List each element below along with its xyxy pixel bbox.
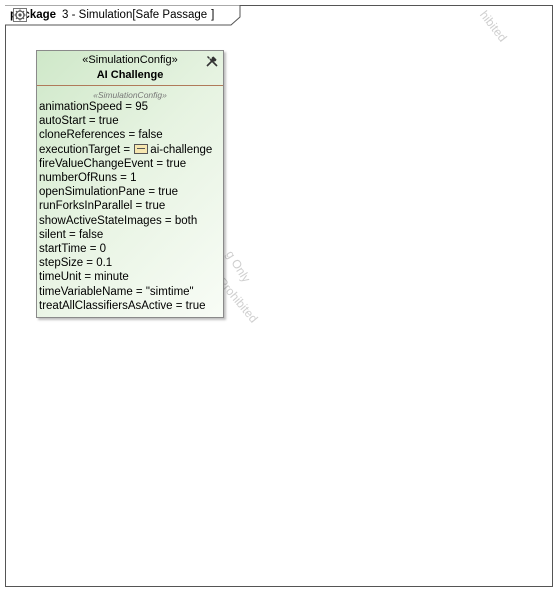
instance-spec-icon — [134, 143, 149, 154]
slot-item[interactable]: openSimulationPane = true — [39, 185, 223, 199]
instance-header: «SimulationConfig» AI Challenge — [37, 51, 223, 86]
slot-item[interactable]: numberOfRuns = 1 — [39, 171, 223, 185]
slot-item[interactable]: fireValueChangeEvent = true — [39, 157, 223, 171]
slot-item-execution-target[interactable]: executionTarget = ai-challenge — [39, 143, 223, 157]
slot-item[interactable]: autoStart = true — [39, 114, 223, 128]
execution-target-value: ai-challenge — [150, 143, 213, 156]
slot-list: animationSpeed = 95 autoStart = true clo… — [37, 100, 223, 313]
slot-item[interactable]: timeVariableName = "simtime" — [39, 285, 223, 299]
slot-item[interactable]: timeUnit = minute — [39, 270, 223, 284]
frame-title-suffix: ] — [211, 9, 215, 21]
slot-item[interactable]: stepSize = 0.1 — [39, 256, 223, 270]
slot-item[interactable]: cloneReferences = false — [39, 128, 223, 142]
slot-item[interactable]: showActiveStateImages = both — [39, 214, 223, 228]
tools-icon — [206, 56, 218, 67]
slot-item[interactable]: runForksInParallel = true — [39, 199, 223, 213]
slot-item[interactable]: treatAllClassifiersAsActive = true — [39, 299, 223, 313]
simulation-gear-icon — [13, 8, 27, 22]
slot-item[interactable]: animationSpeed = 95 — [39, 100, 223, 114]
slot-item[interactable]: startTime = 0 — [39, 242, 223, 256]
slot-label: executionTarget = — [39, 143, 134, 156]
instance-name: AI Challenge — [96, 69, 164, 81]
frame-title-name: Safe Passage — [135, 9, 208, 21]
compartment-title: «SimulationConfig» — [93, 90, 167, 100]
instance-stereotype: «SimulationConfig» — [82, 54, 178, 66]
frame-title-prefix: 3 - Simulation[ — [62, 9, 136, 21]
slot-compartment: «SimulationConfig» animationSpeed = 95 a… — [37, 86, 223, 313]
slot-item[interactable]: silent = false — [39, 228, 223, 242]
simulation-config-instance[interactable]: «SimulationConfig» AI Challenge «Simulat… — [36, 50, 224, 318]
